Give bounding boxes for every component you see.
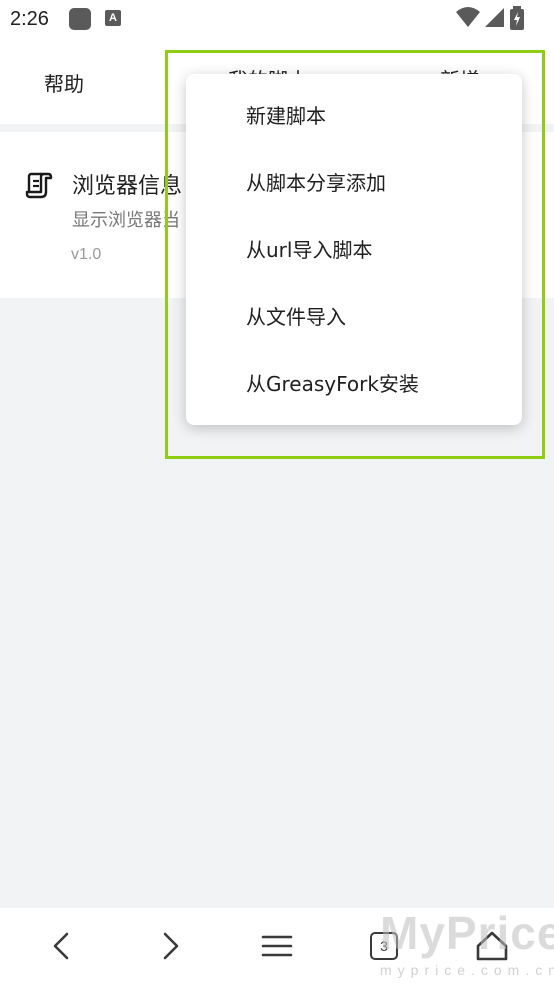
- a-icon: A: [105, 10, 121, 26]
- status-time: 2:26: [10, 8, 49, 30]
- tabs-button[interactable]: 3: [370, 932, 398, 960]
- script-version: v1.0: [71, 246, 102, 263]
- home-button[interactable]: [472, 926, 512, 966]
- forward-icon: [163, 932, 179, 960]
- menu-icon: [261, 935, 293, 957]
- wifi-icon: [456, 7, 480, 27]
- signal-icon: [485, 8, 504, 27]
- tab-help[interactable]: 帮助: [44, 68, 84, 97]
- forward-button[interactable]: [150, 926, 190, 966]
- battery-charging-icon: [510, 6, 524, 30]
- app-notification-icon: [69, 8, 91, 30]
- watermark-url: myprice.com.cn: [380, 962, 554, 978]
- scroll-icon: [25, 172, 53, 199]
- highlight-frame: [165, 50, 545, 459]
- script-description: 显示浏览器当: [72, 210, 180, 231]
- back-button[interactable]: [42, 926, 82, 966]
- home-icon: [476, 931, 508, 961]
- menu-button[interactable]: [257, 926, 297, 966]
- back-icon: [53, 932, 69, 960]
- status-bar: 2:26 A: [0, 0, 554, 38]
